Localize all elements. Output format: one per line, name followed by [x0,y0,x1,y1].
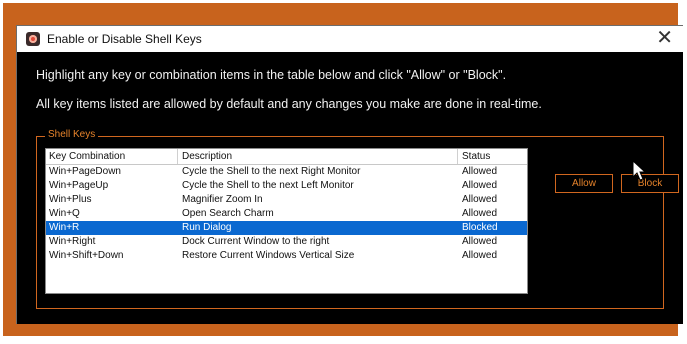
instruction-line-1: Highlight any key or combination items i… [36,68,507,82]
shell-keys-group: Shell Keys Key Combination Description S… [36,129,679,309]
description-cell: Cycle the Shell to the next Left Monitor [182,180,354,191]
column-header-status[interactable]: Status [462,150,490,163]
allow-button[interactable]: Allow [555,174,613,193]
description-cell: Restore Current Windows Vertical Size [182,250,355,261]
table-row[interactable]: Win+Right Dock Current Window to the rig… [46,235,527,249]
column-header-description[interactable]: Description [182,150,232,163]
description-cell: Cycle the Shell to the next Right Monito… [182,166,361,177]
table-header: Key Combination Description Status [46,149,527,165]
table-row[interactable]: Win+Shift+Down Restore Current Windows V… [46,249,527,263]
status-cell: Allowed [462,180,498,191]
status-cell: Allowed [462,236,498,247]
block-button[interactable]: Block [621,174,679,193]
dialog-window: Enable or Disable Shell Keys ✕ Highlight… [16,25,683,324]
group-label: Shell Keys [45,129,99,140]
instruction-line-2: All key items listed are allowed by defa… [36,97,542,111]
key-cell: Win+Right [49,236,96,247]
key-cell: Win+Q [49,208,80,219]
shell-keys-table[interactable]: Key Combination Description Status Win+P… [45,148,528,294]
status-cell: Allowed [462,194,498,205]
status-cell: Allowed [462,166,498,177]
description-cell: Open Search Charm [182,208,274,219]
key-cell: Win+Plus [49,194,92,205]
table-row[interactable]: Win+PageDown Cycle the Shell to the next… [46,165,527,179]
column-header-key[interactable]: Key Combination [49,150,125,163]
table-row[interactable]: Win+Plus Magnifier Zoom In Allowed [46,193,527,207]
key-cell: Win+Shift+Down [49,250,124,261]
description-cell: Dock Current Window to the right [182,236,330,247]
key-cell: Win+R [49,222,80,233]
status-cell: Allowed [462,250,498,261]
column-separator[interactable] [177,149,178,164]
title-bar: Enable or Disable Shell Keys ✕ [17,26,683,52]
column-separator[interactable] [457,149,458,164]
mouse-pointer-icon [632,160,647,181]
close-button[interactable]: ✕ [656,27,673,49]
description-cell: Run Dialog [182,222,232,233]
status-cell: Blocked [462,222,498,233]
key-cell: Win+PageDown [49,166,121,177]
table-row[interactable]: Win+PageUp Cycle the Shell to the next L… [46,179,527,193]
table-row-selected[interactable]: Win+R Run Dialog Blocked [46,221,527,235]
key-cell: Win+PageUp [49,180,109,191]
table-row[interactable]: Win+Q Open Search Charm Allowed [46,207,527,221]
app-icon [26,32,40,46]
window-title: Enable or Disable Shell Keys [47,32,202,46]
status-cell: Allowed [462,208,498,219]
description-cell: Magnifier Zoom In [182,194,263,205]
